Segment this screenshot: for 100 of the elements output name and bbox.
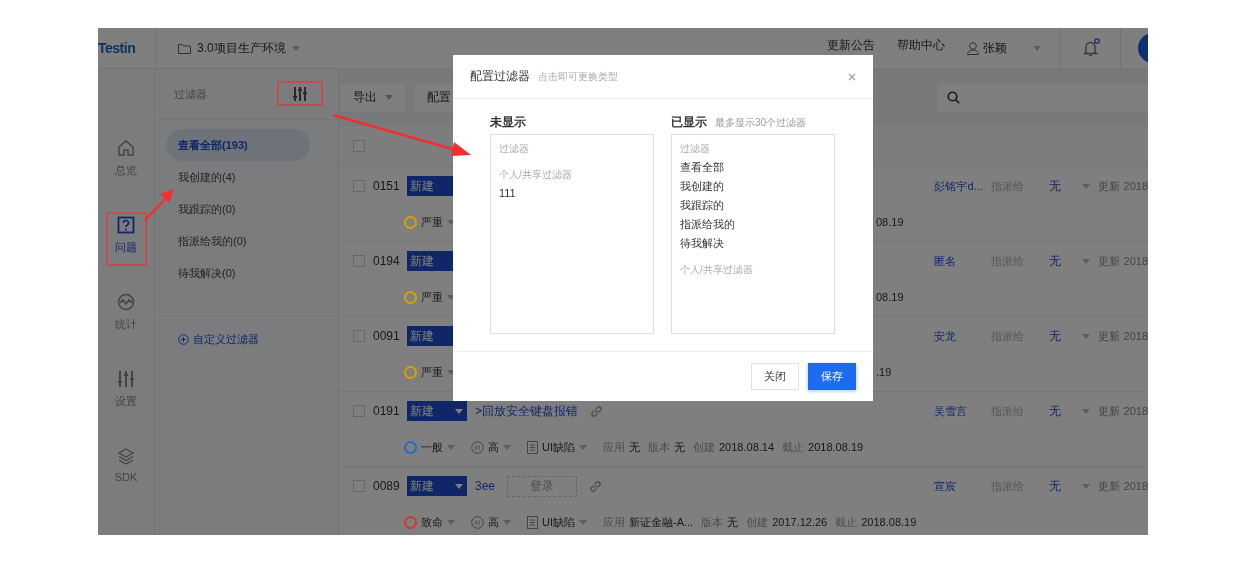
caret-icon bbox=[455, 408, 463, 414]
nav-item[interactable]: SDK bbox=[98, 447, 154, 524]
filter-item[interactable]: 我创建的(4) bbox=[166, 161, 310, 193]
checkbox[interactable] bbox=[353, 330, 365, 342]
header-link[interactable]: 更新公告 bbox=[827, 37, 875, 54]
checkbox[interactable] bbox=[353, 255, 365, 267]
close-icon[interactable] bbox=[848, 72, 856, 81]
nav-item[interactable]: 问题 bbox=[98, 216, 154, 293]
user-icon bbox=[967, 41, 979, 55]
plus-circle-icon bbox=[178, 334, 189, 345]
document-icon bbox=[527, 440, 538, 454]
pulse-icon bbox=[117, 293, 135, 311]
filter-option[interactable]: 111 bbox=[499, 185, 645, 202]
status-dropdown[interactable]: 新建 bbox=[407, 401, 467, 421]
sliders-icon[interactable] bbox=[292, 86, 308, 102]
section-title: 个人/共享过滤器 bbox=[680, 263, 754, 277]
severity-dropdown[interactable]: 致命 bbox=[404, 514, 455, 530]
column-heading: 未显示 bbox=[490, 114, 526, 131]
meta-value: 2018.08.19 bbox=[808, 441, 864, 453]
meta-value: 2018.08.14 bbox=[719, 441, 775, 453]
highlight-frame bbox=[106, 212, 147, 266]
column-heading: 已显示 bbox=[671, 114, 707, 131]
type-dropdown[interactable]: UI缺陷 bbox=[527, 514, 587, 530]
issue-id: 0191 bbox=[373, 404, 401, 418]
caret-icon bbox=[1082, 408, 1091, 414]
save-button[interactable]: 保存 bbox=[808, 363, 856, 390]
filter-item[interactable]: 我跟踪的(0) bbox=[166, 193, 310, 225]
link-icon[interactable] bbox=[590, 404, 603, 418]
deadline-date: 08.19 bbox=[876, 216, 904, 228]
document-icon bbox=[527, 515, 538, 529]
checkbox[interactable] bbox=[353, 140, 365, 152]
assignee-link[interactable]: 安龙 bbox=[934, 328, 992, 344]
filter-option[interactable]: 查看全部 bbox=[680, 159, 826, 176]
status-dropdown[interactable]: 新建 bbox=[407, 476, 467, 496]
meta-value: 2017.12.26 bbox=[772, 516, 828, 528]
filter-item[interactable]: 指派给我的(0) bbox=[166, 225, 310, 257]
section-title: 过滤器 bbox=[499, 142, 530, 156]
header-link[interactable]: 帮助中心 bbox=[897, 37, 945, 54]
caret-icon bbox=[1033, 45, 1041, 51]
type-dropdown[interactable]: UI缺陷 bbox=[527, 439, 587, 455]
filter-item[interactable]: 查看全部(193) bbox=[166, 129, 310, 161]
priority-dropdown[interactable]: 高 bbox=[471, 514, 511, 530]
checkbox[interactable] bbox=[353, 480, 365, 492]
filter-option[interactable]: 待我解决 bbox=[680, 235, 826, 252]
filter-option[interactable]: 指派给我的 bbox=[680, 216, 826, 233]
column-note: 最多显示30个过滤器 bbox=[715, 115, 807, 130]
assignee-link[interactable]: 彭铭宇d... bbox=[934, 178, 992, 194]
severity-dropdown[interactable]: 一般 bbox=[404, 439, 455, 455]
question-icon bbox=[117, 216, 135, 234]
assign-target[interactable]: 无 bbox=[1049, 477, 1083, 495]
checkbox[interactable] bbox=[353, 405, 365, 417]
caret-icon bbox=[503, 519, 511, 525]
pause-circle-icon bbox=[471, 515, 484, 529]
deadline-date: 08.19 bbox=[876, 291, 904, 303]
priority-dropdown[interactable]: 高 bbox=[471, 439, 511, 455]
assign-target[interactable]: 无 bbox=[1049, 177, 1083, 195]
project-selector[interactable]: 3.0项目生产环境 bbox=[197, 39, 286, 57]
checkbox[interactable] bbox=[353, 180, 365, 192]
issue-id: 0194 bbox=[373, 254, 401, 268]
filter-item[interactable]: 待我解决(0) bbox=[166, 257, 310, 289]
caret-icon bbox=[447, 444, 455, 450]
search-field[interactable] bbox=[938, 83, 1148, 112]
caret-icon bbox=[455, 483, 463, 489]
dialog-title: 配置过滤器 bbox=[470, 68, 530, 85]
search-icon bbox=[947, 91, 960, 104]
close-button[interactable]: 关闭 bbox=[751, 363, 799, 390]
toolbar-button[interactable]: 导出 bbox=[341, 83, 405, 112]
caret-icon bbox=[579, 519, 587, 525]
caret-icon bbox=[1082, 333, 1091, 339]
issue-title-link[interactable]: >回放安全键盘报错 bbox=[475, 402, 578, 420]
caret-icon bbox=[1082, 258, 1091, 264]
bell-icon[interactable] bbox=[1082, 38, 1100, 58]
caret-icon bbox=[1082, 183, 1091, 189]
annotation-arrow bbox=[144, 189, 174, 221]
caret-icon bbox=[579, 444, 587, 450]
sliders-icon bbox=[117, 370, 135, 388]
user-name[interactable]: 张颖 bbox=[983, 39, 1007, 57]
assign-target[interactable]: 无 bbox=[1049, 327, 1083, 345]
section-title: 过滤器 bbox=[680, 142, 711, 156]
filter-option[interactable]: 我创建的 bbox=[680, 178, 826, 195]
issue-id: 0151 bbox=[373, 179, 401, 193]
caret-icon bbox=[503, 444, 511, 450]
folder-icon bbox=[178, 42, 191, 54]
link-icon[interactable] bbox=[589, 479, 603, 493]
assignee-link[interactable]: 吴雪言 bbox=[934, 403, 992, 419]
layers-icon bbox=[117, 447, 135, 465]
meta-value: 无 bbox=[674, 439, 685, 455]
assignee-link[interactable]: 匿名 bbox=[934, 253, 992, 269]
custom-filter-link[interactable]: 自定义过滤器 bbox=[155, 319, 338, 347]
meta-value: 2018.08.19 bbox=[861, 516, 917, 528]
deadline-date: .19 bbox=[876, 366, 892, 378]
home-icon bbox=[117, 139, 135, 157]
assign-target[interactable]: 无 bbox=[1049, 402, 1083, 420]
meta-value: 无 bbox=[629, 439, 640, 455]
assign-target[interactable]: 无 bbox=[1049, 252, 1083, 270]
pause-circle-icon bbox=[471, 440, 484, 454]
filter-option[interactable]: 我跟踪的 bbox=[680, 197, 826, 214]
issue-title-link[interactable]: 3ee bbox=[475, 479, 496, 493]
assignee-link[interactable]: 宣宸 bbox=[934, 478, 992, 494]
meta-value: 无 bbox=[727, 514, 739, 530]
